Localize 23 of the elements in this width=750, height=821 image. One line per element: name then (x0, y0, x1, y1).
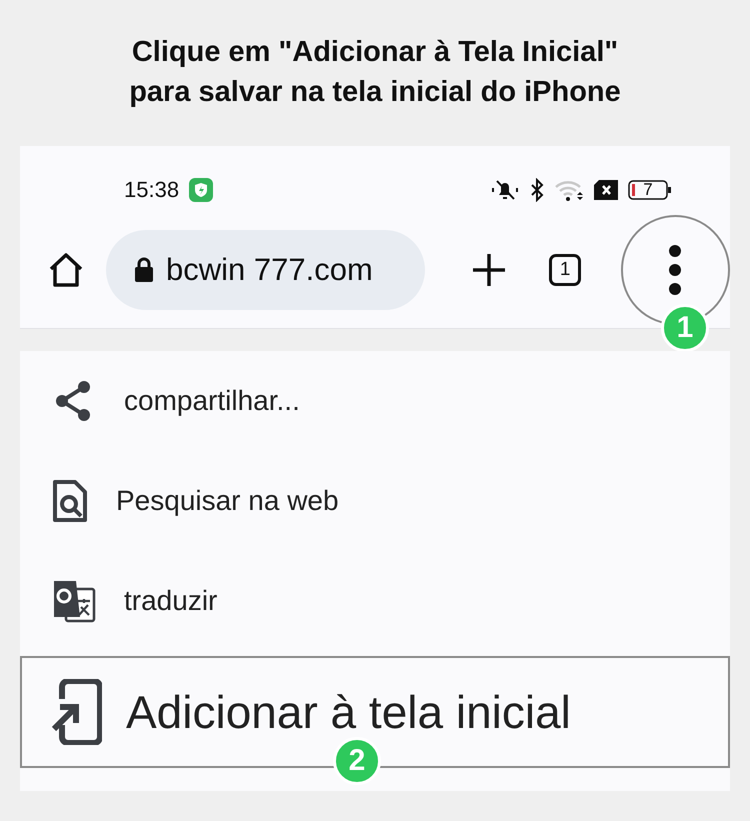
url-text: bcwin 777.com (166, 252, 373, 288)
bluetooth-icon (530, 178, 544, 202)
lock-icon (134, 257, 154, 283)
step-badge: 1 (661, 304, 709, 352)
new-tab-button[interactable] (471, 252, 508, 288)
translate-icon (52, 579, 96, 623)
no-sim-icon (594, 180, 618, 200)
add-to-home-icon (50, 679, 102, 745)
menu-icon (668, 244, 682, 296)
tab-count-button[interactable]: 1 (549, 254, 581, 286)
wifi-icon (554, 178, 584, 202)
step-badge: 2 (333, 737, 381, 785)
instruction-text: para salvar na tela inicial do iPhone (129, 75, 621, 110)
instruction-text: Clique em "Adicionar à Tela Inicial" (132, 35, 618, 70)
menu-item[interactable]: traduzir (20, 551, 730, 651)
menu-item[interactable]: compartilhar... (20, 351, 730, 451)
status-time: 15:38 (124, 177, 180, 203)
search-page-icon (52, 479, 88, 523)
menu-item[interactable]: Pesquisar na web (20, 451, 730, 551)
battery-indicator: 7 (628, 179, 672, 201)
address-bar[interactable]: bcwin 777.com (106, 230, 426, 310)
shield-app-icon (189, 178, 214, 202)
muted-bell-icon (490, 178, 520, 202)
